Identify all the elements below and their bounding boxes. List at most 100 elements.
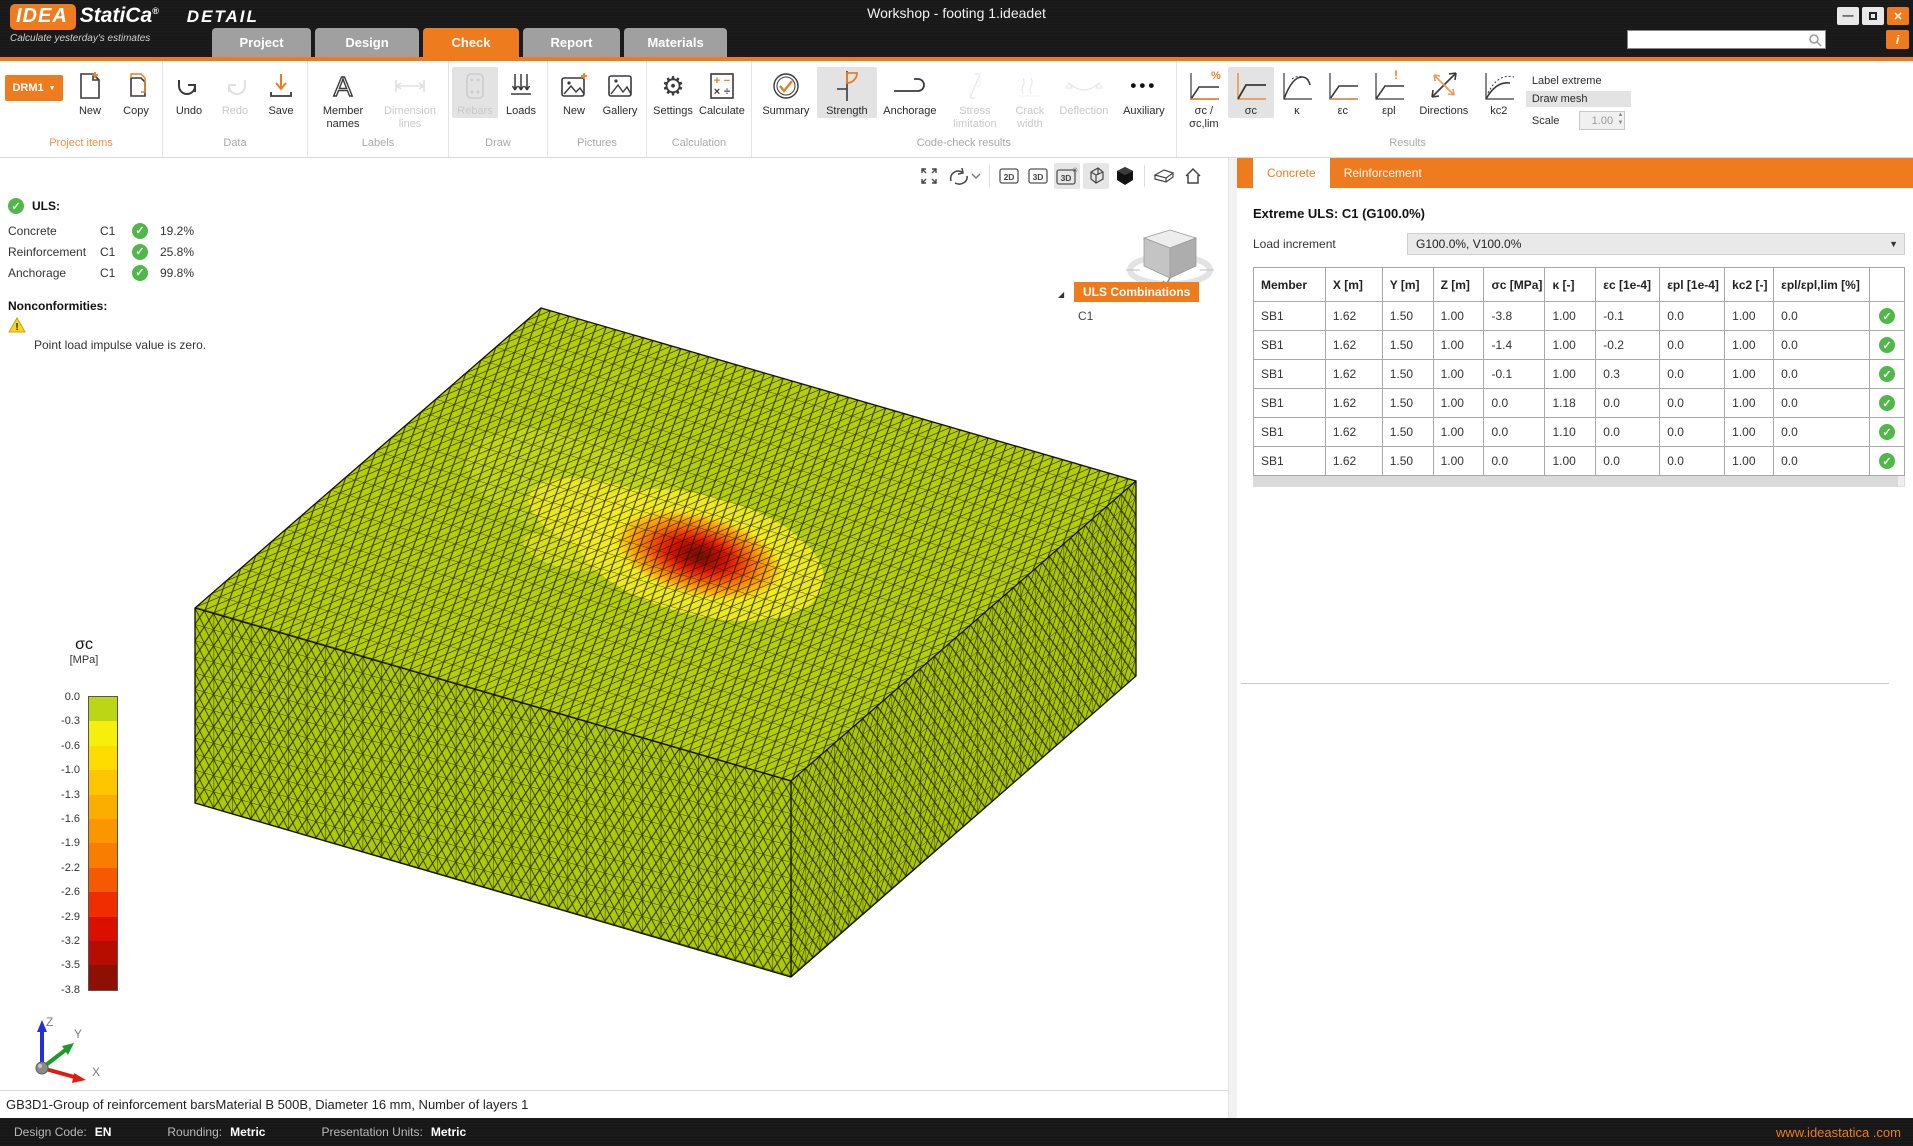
viewport-scrollbar[interactable] [1228,158,1237,1118]
kappa-button[interactable]: κ [1274,67,1320,118]
table-cell: SB1 [1254,418,1326,447]
auxiliary-button[interactable]: ••• Auxiliary [1115,67,1173,118]
sigma-c-lim-button[interactable]: % σc / σc,lim [1180,67,1228,130]
deformed-3d-button[interactable]: 3D✳ [1054,163,1080,189]
collapse-triangle-icon[interactable]: ◢ [1058,290,1064,299]
table-row[interactable]: SB11.621.501.000.01.100.00.01.000.0✓ [1254,418,1905,447]
view-2d-button[interactable]: 2D [996,163,1022,189]
table-cell: SB1 [1254,302,1326,331]
epsilon-c-button[interactable]: εc [1320,67,1366,118]
search-input[interactable] [1628,34,1807,46]
svg-text:✳: ✳ [1072,166,1079,175]
maximize-button[interactable] [1862,7,1884,25]
3d-viewport[interactable]: 2D 3D 3D✳ ✓ ULS: ConcreteC1✓19.2%Reinfor… [0,158,1228,1118]
website-link[interactable]: www.ideastatica .com [1776,1125,1901,1140]
rebars-button: Rebars [452,67,498,118]
save-button[interactable]: Save [258,67,304,118]
units-value: Metric [431,1125,466,1139]
check-summary-row[interactable]: ConcreteC1✓19.2% [8,220,206,241]
search-box[interactable] [1627,30,1826,49]
solid-cube-button[interactable] [1112,163,1138,189]
copy-icon [121,67,151,105]
spinner-arrows-icon[interactable]: ▲▼ [1617,112,1623,128]
extreme-results-table[interactable]: MemberX [m]Y [m]Z [m]σc [MPa]κ [-]εc [1e… [1253,267,1905,476]
warning-icon: ! [8,317,26,333]
tab-reinforcement[interactable]: Reinforcement [1330,158,1436,188]
table-cell: 1.50 [1382,302,1433,331]
summary-rows: ConcreteC1✓19.2%ReinforcementC1✓25.8%Anc… [8,220,206,283]
table-column-header: εc [1e-4] [1596,268,1660,302]
summary-button[interactable]: Summary [755,67,817,118]
rotate-view-button[interactable] [945,163,983,189]
table-cell: 1.00 [1433,447,1484,476]
clip-section-button[interactable] [1151,163,1177,189]
settings-button[interactable]: ⚙ Settings [650,67,696,118]
minimize-button[interactable]: — [1837,7,1859,25]
tab-design[interactable]: Design [315,28,419,57]
table-row[interactable]: SB11.621.501.00-0.11.000.30.01.000.0✓ [1254,360,1905,389]
check-summary-row[interactable]: ReinforcementC1✓25.8% [8,241,206,262]
table-cell: 0.0 [1660,302,1725,331]
result-legend: σc [MPa] 0.0-0.3-0.6-1.0-1.3-1.6-1.9-2.2… [40,636,130,666]
navigation-cube[interactable] [1124,226,1216,288]
copy-project-item-button[interactable]: Copy [113,67,159,118]
table-horizontal-scrollbar[interactable] [1253,476,1905,487]
tab-project[interactable]: Project [212,28,311,57]
calculate-button[interactable]: +−×÷ Calculate [696,67,748,118]
anchorage-icon [890,67,930,105]
member-names-button[interactable]: A Member names [311,67,375,130]
table-cell: -1.4 [1484,331,1545,360]
table-row[interactable]: SB11.621.501.000.01.180.00.01.000.0✓ [1254,389,1905,418]
tab-report[interactable]: Report [523,28,620,57]
combination-item-c1[interactable]: C1 [1078,309,1199,323]
sigma-c-button[interactable]: σc [1228,67,1274,118]
svg-text:A: A [334,71,353,102]
strength-button[interactable]: Strength [817,67,877,118]
check-summary-row[interactable]: AnchorageC1✓99.8% [8,262,206,283]
kc2-button[interactable]: kc2 [1476,67,1522,118]
anchorage-button[interactable]: Anchorage [877,67,943,118]
directions-button[interactable]: Directions [1412,67,1476,118]
new-picture-button[interactable]: New [551,67,597,118]
uls-combinations-header[interactable]: ULS Combinations [1074,282,1199,302]
table-cell: 1.62 [1325,389,1382,418]
wireframe-cube-button[interactable] [1083,163,1109,189]
epsilon-pl-button[interactable]: ! εpl [1366,67,1412,118]
results-tabbar: Concrete Reinforcement [1237,158,1913,188]
label-extreme-toggle[interactable]: Label extreme [1526,73,1632,89]
tab-concrete[interactable]: Concrete [1253,158,1330,188]
table-row[interactable]: SB11.621.501.000.01.000.00.01.000.0✓ [1254,447,1905,476]
view-3d-button[interactable]: 3D [1025,163,1051,189]
table-cell: 0.0 [1774,331,1870,360]
loads-button[interactable]: Loads [498,67,544,118]
tab-check[interactable]: Check [423,28,519,57]
summary-combo: C1 [100,245,130,259]
new-project-item-button[interactable]: New [67,67,113,118]
close-button[interactable]: ✕ [1887,7,1909,25]
check-ok-icon: ✓ [132,223,148,239]
ribbon-group-pictures: New Gallery Pictures [548,61,647,157]
axis-x-label: X [92,1065,100,1079]
legend-tick-label: -1.6 [61,813,80,825]
table-cell: 1.00 [1725,447,1774,476]
fit-view-button[interactable] [916,163,942,189]
gallery-button[interactable]: Gallery [597,67,643,118]
table-cell: SB1 [1254,360,1326,389]
info-button[interactable]: i [1886,30,1909,49]
summary-item-name: Anchorage [8,266,100,280]
load-increment-select[interactable]: G100.0%, V100.0% ▼ [1407,233,1905,255]
fem-mesh-model[interactable] [150,250,1180,1005]
tab-materials[interactable]: Materials [624,28,727,57]
check-ok-icon: ✓ [132,265,148,281]
drm-selector-button[interactable]: DRM1▼ [5,75,63,101]
table-row[interactable]: SB11.621.501.00-3.81.00-0.10.01.000.0✓ [1254,302,1905,331]
table-row[interactable]: SB11.621.501.00-1.41.00-0.20.01.000.0✓ [1254,331,1905,360]
draw-mesh-toggle[interactable]: Draw mesh [1526,91,1632,107]
group-label: Pictures [551,137,643,157]
scrollbar-thumb[interactable] [1254,476,1898,486]
legend-band [89,770,117,794]
scale-spinner[interactable]: 1.00▲▼ [1579,111,1625,130]
rounding-value: Metric [230,1125,265,1139]
home-view-button[interactable] [1180,163,1206,189]
undo-button[interactable]: Undo [166,67,212,118]
